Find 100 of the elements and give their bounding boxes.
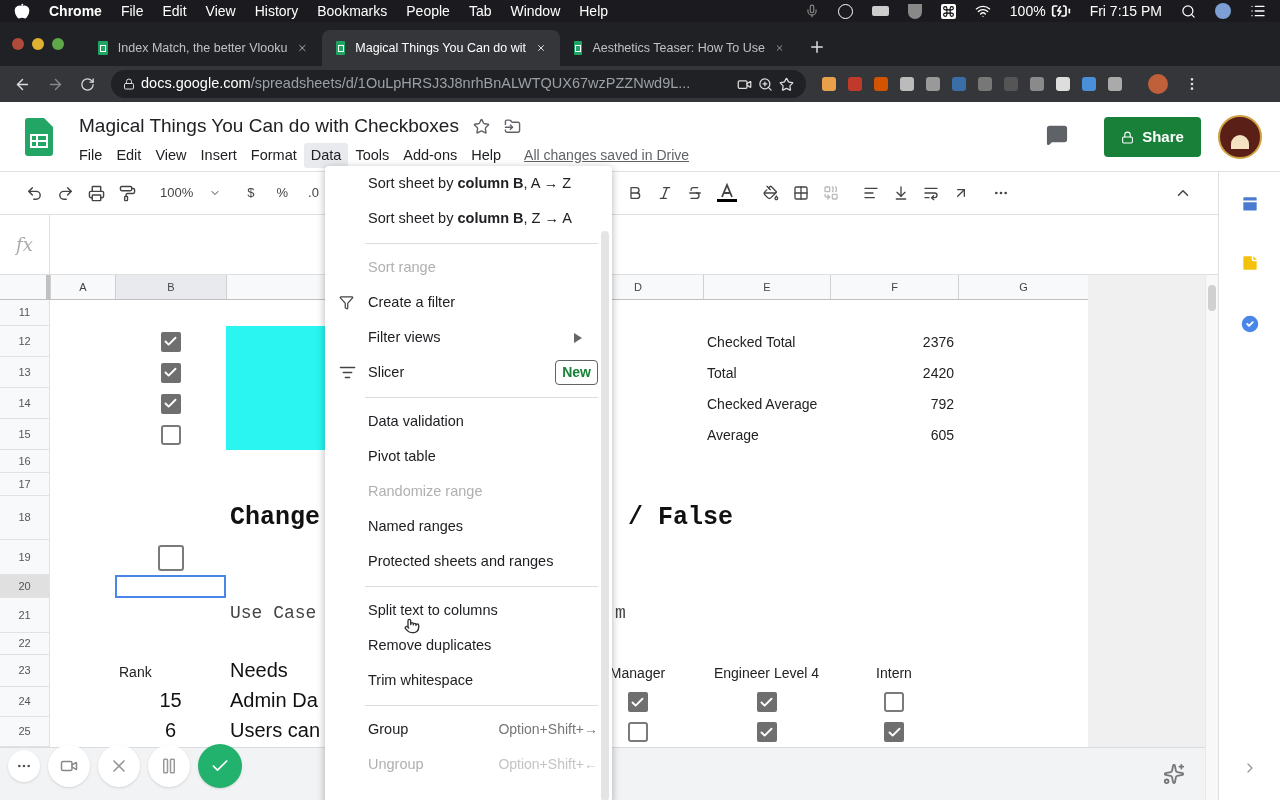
account-avatar[interactable]	[1218, 115, 1262, 159]
menu-item[interactable]: Remove duplicates	[325, 628, 612, 663]
menu-item[interactable]: Trim whitespace	[325, 663, 612, 698]
column-header[interactable]: E	[703, 275, 830, 299]
decimal-format[interactable]: .0	[308, 183, 319, 203]
explore-icon[interactable]	[1163, 763, 1185, 785]
apple-icon[interactable]	[14, 3, 30, 19]
save-status-link[interactable]: All changes saved in Drive	[524, 144, 690, 166]
shield-icon[interactable]	[907, 3, 922, 19]
tasks-icon[interactable]	[1238, 313, 1261, 335]
menu-item[interactable]: Sort sheet by column B, A → Z	[325, 166, 612, 201]
menu-item[interactable]: Filter views	[325, 320, 612, 355]
row-header[interactable]: 11	[0, 300, 50, 326]
zoom-icon[interactable]	[758, 76, 773, 92]
row-header[interactable]: 20	[0, 575, 50, 598]
star-icon[interactable]	[472, 117, 490, 135]
menu-tab[interactable]: View	[148, 142, 194, 169]
address-bar[interactable]: docs.google.com/spreadsheets/d/1OuLpHRSJ3J8nrhBnALWTQUX67wzPZZNwd9L...	[111, 70, 806, 98]
row-header[interactable]: 16	[0, 450, 50, 473]
checkbox[interactable]	[160, 424, 181, 445]
reload-icon[interactable]	[80, 76, 95, 92]
row-header[interactable]: 21	[0, 598, 50, 633]
menu-item[interactable]: Split text to columns	[325, 593, 612, 628]
menu-tab[interactable]: Edit	[109, 142, 149, 169]
checkbox[interactable]	[160, 331, 181, 352]
row-header[interactable]: 19	[0, 540, 50, 575]
row-header[interactable]: 24	[0, 687, 50, 717]
menu-item[interactable]: Data validation	[325, 404, 612, 439]
drive-icon[interactable]	[871, 6, 889, 16]
wifi-icon[interactable]	[974, 3, 991, 19]
row-header[interactable]: 17	[0, 473, 50, 496]
menu-item[interactable]: Pivot table	[325, 439, 612, 474]
menu-bar-item[interactable]: Window	[510, 0, 561, 22]
menu-bar-item[interactable]: People	[406, 0, 450, 22]
menu-bar-item[interactable]: History	[254, 0, 299, 22]
zoom-dropdown[interactable]: 100%	[160, 183, 222, 203]
paint-format-icon[interactable]	[119, 184, 136, 202]
browser-tab[interactable]: Magical Things You Can do wit	[322, 30, 560, 66]
menu-bar-item[interactable]: Edit	[162, 0, 187, 22]
undo-icon[interactable]	[26, 184, 43, 202]
search-icon[interactable]	[1181, 3, 1196, 19]
browser-tab[interactable]: Aesthetics Teaser: How To Use	[560, 30, 798, 66]
minimize-window-button[interactable]	[32, 38, 44, 50]
menu-bar-item[interactable]: File	[120, 0, 144, 22]
command-key-icon[interactable]	[940, 3, 956, 19]
merge-cells-icon[interactable]	[822, 185, 839, 201]
sheets-logo[interactable]	[25, 118, 53, 156]
row-header[interactable]: 25	[0, 717, 50, 747]
share-button[interactable]: Share	[1104, 117, 1201, 157]
borders-icon[interactable]	[792, 185, 809, 201]
list-icon[interactable]	[1250, 3, 1266, 19]
menu-bar-item[interactable]: Tab	[468, 0, 492, 22]
menu-tab[interactable]: Format	[243, 142, 304, 169]
row-header[interactable]: 14	[0, 388, 50, 419]
print-icon[interactable]	[88, 184, 105, 202]
document-title[interactable]: Magical Things You Can do with Checkboxes	[79, 112, 459, 141]
new-tab-icon[interactable]	[808, 38, 826, 56]
checkbox[interactable]	[627, 692, 648, 712]
menu-item[interactable]: Slicer New	[325, 355, 612, 390]
browser-tab[interactable]: Index Match, the better Vlooku	[84, 30, 322, 66]
zoom-window-button[interactable]	[52, 38, 64, 50]
close-window-button[interactable]	[12, 38, 24, 50]
column-header[interactable]: G	[958, 275, 1088, 299]
menu-tab[interactable]: Data	[303, 142, 349, 169]
row-header[interactable]: 22	[0, 633, 50, 655]
row-header[interactable]: 12	[0, 326, 50, 357]
menu-bar-item[interactable]: Bookmarks	[317, 0, 388, 22]
text-color-icon[interactable]	[716, 183, 737, 203]
checkbox[interactable]	[160, 393, 181, 414]
text-wrap-icon[interactable]	[922, 185, 939, 201]
menu-tab[interactable]: Add-ons	[396, 142, 465, 169]
strikethrough-icon[interactable]	[686, 185, 703, 201]
menu-tab[interactable]: Tools	[348, 142, 397, 169]
microphone-icon[interactable]	[804, 4, 819, 18]
comment-icon[interactable]	[1046, 124, 1068, 146]
menu-tab[interactable]: File	[72, 142, 110, 169]
redo-icon[interactable]	[57, 184, 74, 202]
column-header[interactable]: B	[115, 275, 226, 299]
checkbox[interactable]	[627, 722, 648, 742]
menu-tab[interactable]: Insert	[193, 142, 244, 169]
currency-format[interactable]: $	[247, 183, 255, 203]
menu-item[interactable]: Protected sheets and ranges	[325, 544, 612, 579]
checkbox[interactable]	[756, 722, 777, 742]
menu-bar-item[interactable]: Help	[579, 0, 609, 22]
checkbox[interactable]	[160, 362, 181, 383]
percent-format[interactable]: %	[276, 183, 289, 203]
menu-item[interactable]: Named ranges	[325, 509, 612, 544]
row-header[interactable]: 15	[0, 419, 50, 450]
fill-color-icon[interactable]	[762, 185, 779, 201]
checkbox[interactable]	[884, 692, 904, 712]
menu-item[interactable]: Group Option+Shift+→	[325, 712, 612, 747]
profile-avatar[interactable]	[1148, 74, 1168, 94]
checkbox[interactable]	[157, 544, 184, 571]
checkbox[interactable]	[756, 692, 777, 712]
align-icon[interactable]	[862, 185, 879, 201]
row-header[interactable]: 18	[0, 496, 50, 540]
row-header[interactable]: 13	[0, 357, 50, 388]
app-name[interactable]: Chrome	[49, 0, 102, 22]
menu-item[interactable]: Sort sheet by column B, Z → A	[325, 201, 612, 236]
move-folder-icon[interactable]	[503, 117, 521, 135]
